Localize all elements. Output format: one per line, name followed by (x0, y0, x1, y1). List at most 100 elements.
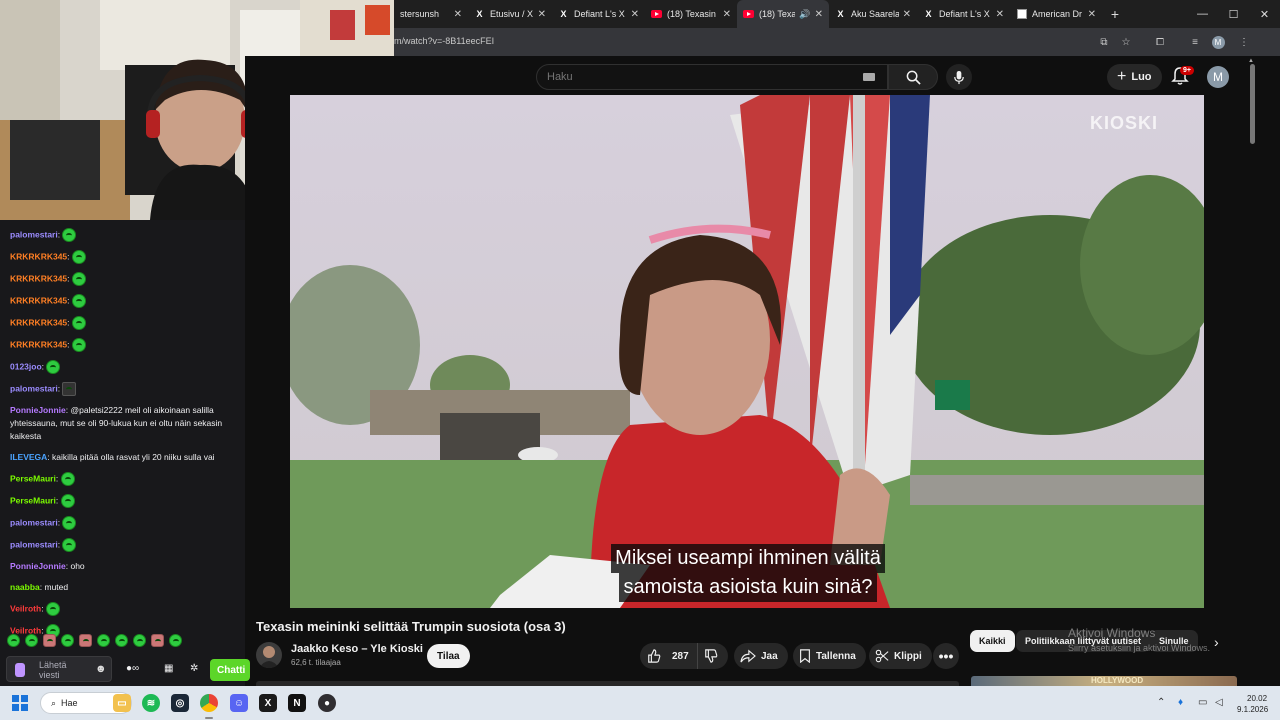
video-player[interactable] (290, 95, 1204, 608)
recommended-video-thumbnail[interactable]: HOLLYWOOD (971, 676, 1237, 686)
tab-aku-saarela[interactable]: X Aku Saarela ✕ (829, 0, 917, 28)
search-button[interactable] (888, 64, 938, 90)
tab-close-icon[interactable]: ✕ (631, 9, 639, 20)
chat-username[interactable]: KRKRKRK345 (10, 273, 67, 283)
like-button[interactable]: 287 (640, 643, 698, 669)
create-button[interactable]: + Luo (1107, 64, 1162, 90)
maximize-icon[interactable]: ☐ (1218, 0, 1249, 28)
x-app-icon[interactable]: X (259, 694, 277, 712)
url-text[interactable]: m/watch?v=-8B11eecFEI (394, 36, 494, 46)
emote-icon[interactable] (61, 634, 74, 647)
clock-date[interactable]: 9.1.2026 (1237, 705, 1268, 714)
subscribe-button[interactable]: Tilaa (427, 644, 470, 668)
tab-etusivu-x[interactable]: X Etusivu / X ✕ (468, 0, 552, 28)
chevron-up-icon[interactable]: ⌃ (1157, 697, 1165, 708)
install-app-icon[interactable]: ⧉ (1097, 35, 1111, 49)
tab-youtube-active[interactable]: (18) Texa 🔊 ✕ (737, 0, 829, 28)
emote-icon[interactable] (43, 634, 56, 647)
more-actions-button[interactable]: ••• (933, 643, 959, 669)
emote-icon[interactable] (151, 634, 164, 647)
speaker-icon[interactable]: 🔊 (799, 9, 810, 20)
tab-american-dr[interactable]: American Dr ✕ (1010, 0, 1102, 28)
spotify-icon[interactable]: ≋ (142, 694, 160, 712)
chat-username[interactable]: KRKRKRK345 (10, 295, 67, 305)
emoji-icon[interactable]: ☻ (95, 663, 107, 675)
keyboard-icon[interactable] (863, 73, 875, 81)
chat-username[interactable]: KRKRKRK345 (10, 251, 67, 261)
tab-youtube-texasin[interactable]: (18) Texasin ✕ (645, 0, 737, 28)
dislike-button[interactable] (698, 643, 728, 669)
bookmark-star-icon[interactable]: ☆ (1119, 35, 1133, 49)
emote-icon[interactable] (133, 634, 146, 647)
chat-username[interactable]: KRKRKRK345 (10, 339, 67, 349)
tab-close-icon[interactable]: ✕ (454, 9, 462, 20)
emote-icon[interactable] (25, 634, 38, 647)
save-button[interactable]: Tallenna (793, 643, 866, 669)
chat-username[interactable]: PonnieJonnie (10, 561, 66, 571)
network-icon[interactable]: ▭ (1198, 697, 1207, 708)
steam-icon[interactable]: ◎ (171, 694, 189, 712)
windows-start-icon[interactable] (12, 695, 28, 711)
chat-username[interactable]: palomestari (10, 539, 58, 549)
tab-close-icon[interactable]: ✕ (815, 9, 823, 20)
emote-icon (71, 272, 86, 286)
chat-username[interactable]: Veilroth (10, 603, 41, 613)
browser-menu-icon[interactable]: ⋮ (1237, 35, 1251, 49)
chip-all[interactable]: Kaikki (970, 630, 1015, 652)
voice-search-button[interactable] (946, 64, 972, 90)
page-scrollbar[interactable] (1250, 64, 1255, 144)
chat-username[interactable]: PerseMauri (10, 495, 56, 505)
emote-icon[interactable] (169, 634, 182, 647)
tab-close-icon[interactable]: ✕ (1088, 9, 1096, 20)
close-icon[interactable]: ✕ (1249, 0, 1280, 28)
media-control-icon[interactable]: ≡ (1188, 35, 1202, 49)
tab-close-icon[interactable]: ✕ (996, 9, 1004, 20)
chat-username[interactable]: palomestari (10, 517, 58, 527)
chat-username[interactable]: KRKRKRK345 (10, 317, 67, 327)
emote-icon[interactable] (79, 634, 92, 647)
search-box[interactable] (536, 64, 888, 90)
file-explorer-icon[interactable]: ▭ (113, 694, 131, 712)
chat-username[interactable]: palomestari (10, 383, 58, 393)
share-button[interactable]: Jaa (734, 643, 788, 669)
channel-name[interactable]: Jaakko Keso – Yle Kioski (291, 643, 423, 655)
app-icon[interactable]: N (288, 694, 306, 712)
chat-username[interactable]: 0123joo (10, 361, 42, 371)
obs-icon[interactable]: ● (318, 694, 336, 712)
microphone-icon[interactable]: ♦ (1178, 697, 1183, 708)
tab-stersunsh[interactable]: stersunsh ✕ (394, 0, 468, 28)
gift-icon[interactable]: ▦ (164, 663, 173, 674)
chrome-icon[interactable] (200, 694, 218, 712)
tab-close-icon[interactable]: ✕ (538, 9, 546, 20)
bits-icon[interactable]: ●∞ (126, 663, 139, 674)
chat-username[interactable]: palomestari (10, 229, 58, 239)
tab-defiant-ls[interactable]: X Defiant L's X ✕ (552, 0, 645, 28)
search-input[interactable] (547, 71, 847, 83)
clip-button[interactable]: Klippi (869, 643, 932, 669)
chat-input[interactable]: Lähetä viesti ☻ (6, 656, 112, 682)
profile-avatar[interactable]: M (1211, 35, 1225, 49)
volume-icon[interactable]: ◁ (1215, 697, 1223, 708)
channel-avatar[interactable] (256, 642, 282, 668)
discord-icon[interactable]: ☺ (230, 694, 248, 712)
clock-time[interactable]: 20.02 (1247, 694, 1267, 703)
chat-username[interactable]: PerseMauri (10, 473, 56, 483)
new-tab-button[interactable]: + (1102, 6, 1128, 22)
chat-username[interactable]: ILEVEGA (10, 452, 47, 462)
tab-close-icon[interactable]: ✕ (723, 9, 731, 20)
chat-send-button[interactable]: Chatti (210, 659, 250, 681)
tab-defiant-ls-2[interactable]: X Defiant L's X ✕ (917, 0, 1010, 28)
settings-gear-icon[interactable]: ✲ (190, 663, 198, 674)
emote-icon[interactable] (115, 634, 128, 647)
microphone-icon[interactable] (15, 663, 25, 677)
minimize-icon[interactable]: — (1187, 0, 1218, 28)
account-avatar[interactable]: M (1207, 66, 1229, 88)
chevron-right-icon[interactable]: › (1214, 634, 1219, 650)
extensions-icon[interactable]: ⧠ (1153, 35, 1167, 49)
tab-close-icon[interactable]: ✕ (903, 9, 911, 20)
chat-username[interactable]: naabba (10, 582, 40, 592)
emote-icon[interactable] (97, 634, 110, 647)
chat-username[interactable]: PonnieJonnie (10, 405, 66, 415)
address-bar[interactable]: m/watch?v=-8B11eecFEI ⧉ ☆ ⧠ ≡ M ⋮ (394, 28, 1280, 56)
emote-icon[interactable] (7, 634, 20, 647)
